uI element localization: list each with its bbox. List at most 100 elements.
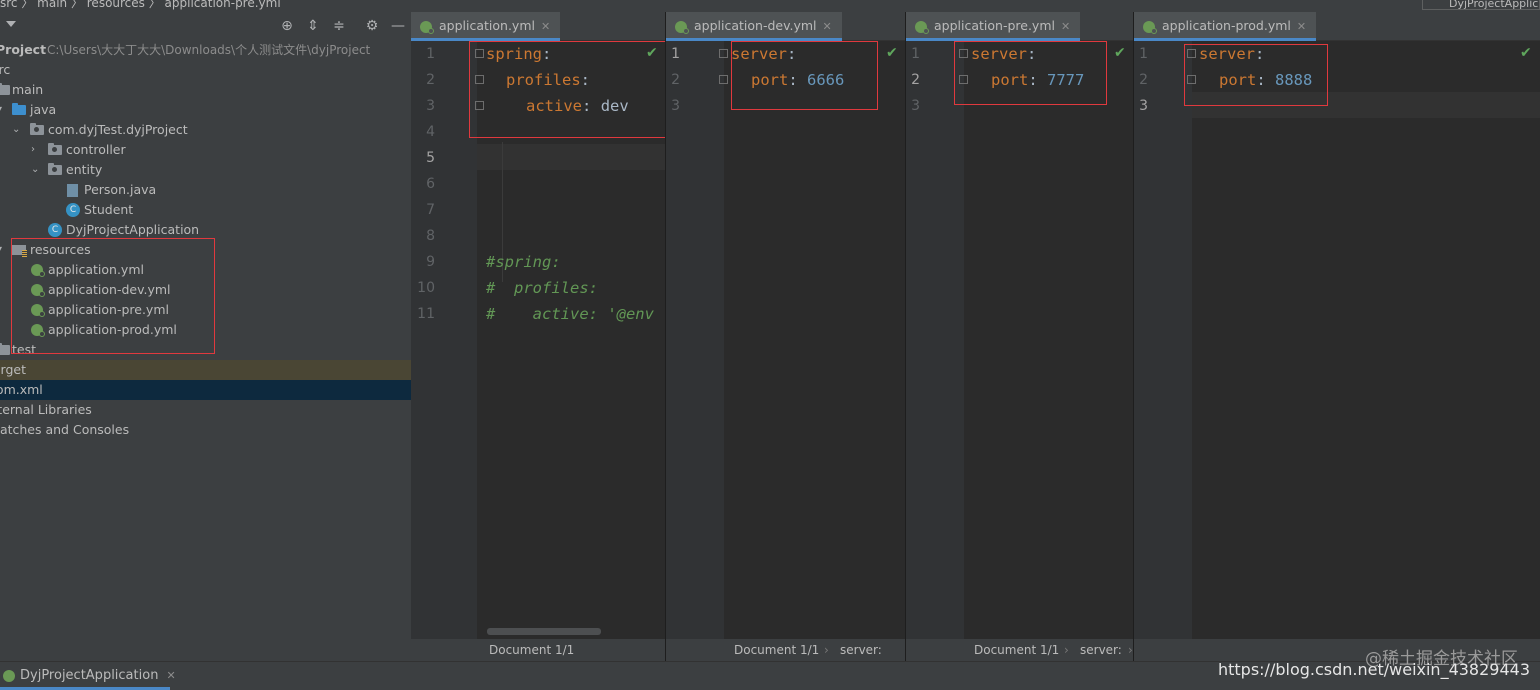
line-number: 6 xyxy=(426,176,435,192)
fold-marker-icon[interactable] xyxy=(719,75,728,84)
line-number: 1 xyxy=(426,46,435,62)
editor-tab-bar: application-dev.yml ✕ xyxy=(666,12,905,41)
line-number-current: 5 xyxy=(426,150,435,166)
package-icon xyxy=(48,163,62,175)
spring-boot-class-icon: C xyxy=(48,223,62,237)
close-icon[interactable]: ✕ xyxy=(1061,20,1070,33)
tab-application-prod-yml[interactable]: application-prod.yml ✕ xyxy=(1134,12,1317,41)
document-indicator[interactable]: Document 1/1 xyxy=(489,639,574,661)
fold-marker-icon[interactable] xyxy=(719,49,728,58)
code-line-10[interactable]: # profiles: xyxy=(486,275,598,301)
source-folder-icon xyxy=(12,103,26,115)
current-line-highlight xyxy=(477,144,665,170)
tab-application-pre-yml[interactable]: application-pre.yml ✕ xyxy=(906,12,1081,41)
highlight-box xyxy=(954,41,1107,105)
tree-item-java[interactable]: ▾ java xyxy=(0,100,411,120)
inspection-ok-icon[interactable]: ✔ xyxy=(886,45,898,61)
view-dropdown-icon[interactable] xyxy=(6,21,16,27)
horizontal-scrollbar[interactable] xyxy=(487,628,601,635)
tab-application-dev-yml[interactable]: application-dev.yml ✕ xyxy=(666,12,842,41)
editor-breadcrumb-bar: Document 1/1 › server: xyxy=(666,639,905,661)
hide-icon[interactable]: — xyxy=(390,18,406,34)
spring-config-icon xyxy=(675,21,689,34)
tree-item-target[interactable]: target xyxy=(0,360,411,380)
run-configuration-selector[interactable]: DyjProjectApplication xyxy=(1422,0,1540,10)
editor-application-dev-yml: application-dev.yml ✕ 1 2 3 server: port:… xyxy=(666,12,905,661)
tree-item-dyjprojectapplication[interactable]: C DyjProjectApplication xyxy=(0,220,411,240)
class-icon: C xyxy=(66,203,80,217)
close-icon[interactable]: ✕ xyxy=(166,669,175,682)
package-icon xyxy=(48,143,62,155)
inspection-ok-icon[interactable]: ✔ xyxy=(1520,45,1532,61)
yaml-breadcrumb[interactable]: server: xyxy=(1080,639,1122,661)
gear-icon[interactable]: ⚙ xyxy=(364,18,380,34)
run-tab-dyjprojectapplication[interactable]: DyjProjectApplication ✕ xyxy=(0,662,184,686)
line-number: 7 xyxy=(426,202,435,218)
line-number: 3 xyxy=(671,98,680,114)
tree-item-entity[interactable]: ⌄ entity xyxy=(0,160,411,180)
tree-item-scratches[interactable]: Scratches and Consoles xyxy=(0,420,411,440)
close-icon[interactable]: ✕ xyxy=(1297,20,1306,33)
spring-config-icon xyxy=(420,21,434,34)
tree-item-external-libraries[interactable]: External Libraries xyxy=(0,400,411,420)
package-icon xyxy=(30,123,44,135)
line-number: 2 xyxy=(1139,72,1148,88)
code-line-9[interactable]: #spring: xyxy=(486,249,561,275)
yaml-breadcrumb[interactable]: server: xyxy=(840,639,882,661)
locate-icon[interactable]: ⊕ xyxy=(279,18,295,34)
line-number: 4 xyxy=(426,124,435,140)
tree-item-package[interactable]: ⌄ com.dyjTest.dyjProject xyxy=(0,120,411,140)
line-number: 11 xyxy=(417,306,435,322)
expand-all-icon[interactable]: ⇕ xyxy=(305,18,321,34)
spring-boot-icon xyxy=(3,670,15,682)
watermark-url: https://blog.csdn.net/weixin_43829443 xyxy=(1217,660,1530,679)
editor-tab-bar: application-pre.yml ✕ xyxy=(906,12,1133,41)
editor-application-pre-yml: application-pre.yml ✕ 1 2 3 server: port:… xyxy=(906,12,1133,661)
line-number-current: 2 xyxy=(911,72,920,88)
chevron-right-icon[interactable]: › xyxy=(31,140,35,160)
code-line-11[interactable]: # active: '@env xyxy=(486,301,654,327)
highlight-box xyxy=(1184,44,1328,106)
editor-breadcrumb-bar: Document 1/1 xyxy=(411,639,665,661)
tree-item-student[interactable]: C Student xyxy=(0,200,411,220)
tab-application-yml[interactable]: application.yml ✕ xyxy=(411,12,561,41)
chevron-down-icon[interactable]: ⌄ xyxy=(12,120,20,140)
highlight-box xyxy=(11,238,215,354)
line-number: 2 xyxy=(426,72,435,88)
editor-tab-bar: application-prod.yml ✕ xyxy=(1134,12,1540,41)
breadcrumb-separator-icon: › xyxy=(824,643,829,657)
collapse-all-icon[interactable]: ≑ xyxy=(331,18,347,34)
chevron-down-icon[interactable]: ▾ xyxy=(0,240,2,260)
tree-item-controller[interactable]: › controller xyxy=(0,140,411,160)
java-file-icon xyxy=(67,184,78,197)
tree-item-main[interactable]: main xyxy=(0,80,411,100)
line-number-gutter xyxy=(1134,41,1192,639)
spring-config-icon xyxy=(915,21,929,34)
project-toolbar: ⊕ ⇕ ≑ ⚙ — xyxy=(0,12,411,40)
tree-root-project[interactable]: Project C:\Users\大大丁大大\Downloads\个人测试文件\… xyxy=(0,40,411,60)
folder-icon xyxy=(0,83,10,95)
project-path: C:\Users\大大丁大大\Downloads\个人测试文件\dyjProje… xyxy=(47,43,371,57)
tree-item-pom-xml[interactable]: pom.xml xyxy=(0,380,411,400)
line-number-gutter xyxy=(666,41,724,639)
project-tool-window: ⊕ ⇕ ≑ ⚙ — Project C:\Users\大大丁大大\Downloa… xyxy=(0,12,411,661)
document-indicator[interactable]: Document 1/1 xyxy=(734,639,819,661)
inspection-ok-icon[interactable]: ✔ xyxy=(1114,45,1126,61)
line-number: 9 xyxy=(426,254,435,270)
line-number: 2 xyxy=(671,72,680,88)
editor-tab-bar: application.yml ✕ xyxy=(411,12,665,41)
close-icon[interactable]: ✕ xyxy=(541,20,550,33)
chevron-down-icon[interactable]: ▾ xyxy=(0,100,2,120)
line-number: 3 xyxy=(911,98,920,114)
highlight-box xyxy=(469,41,665,138)
line-number-current: 3 xyxy=(1139,98,1148,114)
close-icon[interactable]: ✕ xyxy=(823,20,832,33)
breadcrumb[interactable]: src 〉 main 〉 resources 〉 application-pre… xyxy=(0,0,281,11)
editor-breadcrumb-bar: Document 1/1 › server: › xyxy=(906,639,1133,661)
chevron-down-icon[interactable]: ⌄ xyxy=(31,160,39,180)
tree-item-src[interactable]: src xyxy=(0,60,411,80)
document-indicator[interactable]: Document 1/1 xyxy=(974,639,1059,661)
navigation-bar: src 〉 main 〉 resources 〉 application-pre… xyxy=(0,0,1540,12)
tree-item-person-java[interactable]: Person.java xyxy=(0,180,411,200)
highlight-box xyxy=(731,41,878,110)
